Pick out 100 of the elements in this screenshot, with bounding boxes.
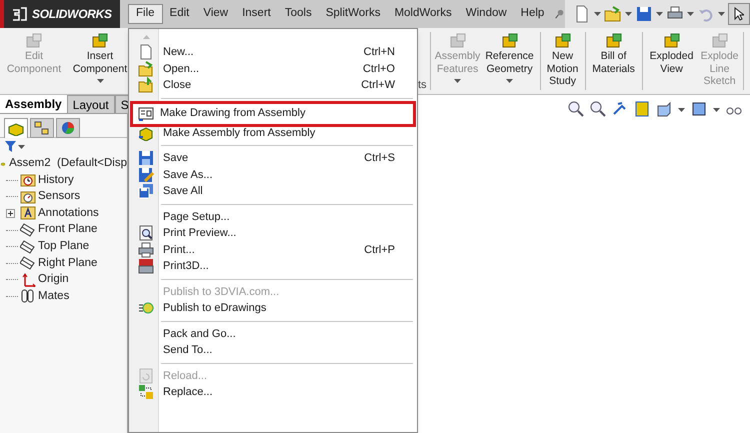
caret-icon[interactable] <box>625 12 632 16</box>
caret-icon[interactable] <box>18 144 25 148</box>
tool-icon <box>500 32 519 50</box>
ribbon-label: Assembly Features <box>434 50 480 75</box>
shortcut-text: Ctrl+O <box>362 62 395 76</box>
menu-item[interactable]: Print... Ctrl+P <box>129 242 417 258</box>
tree-item[interactable]: Origin <box>38 271 69 288</box>
tree-item[interactable]: Front Plane <box>38 221 98 239</box>
paperclip-icon <box>20 289 36 304</box>
expand-toggle[interactable] <box>6 208 15 218</box>
ribbon-label: Reference Geometry <box>485 50 534 75</box>
zoom-area-icon[interactable] <box>590 101 606 117</box>
tool-icon <box>710 32 729 50</box>
menu-title[interactable]: Edit <box>162 4 196 24</box>
caret-icon[interactable] <box>506 79 514 83</box>
tree-item[interactable]: Assem2 (Default<Disp <box>9 154 127 172</box>
menu-item[interactable]: Send To... <box>129 342 417 358</box>
caret-icon[interactable] <box>678 108 685 112</box>
plane-icon <box>20 256 36 270</box>
logo-text: SOLIDWORKS <box>32 6 112 23</box>
caret-icon[interactable] <box>713 108 720 112</box>
ribbon-label: New Motion Study <box>546 50 578 88</box>
ribbon-button[interactable]: New Motion Study <box>542 28 583 94</box>
plane-icon <box>20 223 36 238</box>
ribbon-label: Edit Component <box>6 50 62 75</box>
panel-tab[interactable]: Layout <box>66 95 115 113</box>
menu-item[interactable]: Print3D... <box>129 258 417 274</box>
tree-item[interactable]: History <box>38 172 74 189</box>
menu-item[interactable]: New... Ctrl+N <box>129 44 417 60</box>
ribbon-label: Bill of Materials <box>592 50 635 75</box>
tree-item[interactable]: Mates <box>38 288 70 306</box>
menu-title[interactable]: SplitWorks <box>318 4 388 24</box>
menu-item[interactable]: Save As... <box>129 166 417 183</box>
ribbon-label: ts <box>418 78 427 93</box>
menu-title[interactable]: File <box>128 4 163 24</box>
menu-item[interactable]: Print Preview... <box>129 225 417 242</box>
menu-item[interactable]: Pack and Go... <box>129 326 417 342</box>
caret-icon[interactable] <box>594 12 601 16</box>
replace-icon <box>138 384 154 400</box>
tool-icon <box>25 32 43 50</box>
tool-icon <box>448 32 467 50</box>
menu-title[interactable]: Tools <box>278 4 319 24</box>
plane-icon <box>20 240 36 254</box>
ribbon-button[interactable]: Reference Geometry <box>482 28 538 94</box>
tool-icon <box>662 32 681 50</box>
section-view-icon[interactable] <box>634 101 650 117</box>
tree-item[interactable]: Right Plane <box>38 254 98 272</box>
view-orientation-icon[interactable] <box>656 101 672 117</box>
ribbon-button[interactable]: Bill of Materials <box>588 28 640 94</box>
menu-item[interactable]: Make Assembly from Assembly <box>129 124 417 141</box>
caret-icon[interactable] <box>656 12 663 16</box>
menu-title[interactable]: Help <box>514 4 552 24</box>
display-style-icon[interactable] <box>691 101 707 117</box>
tool-icon <box>91 32 109 50</box>
menu-item[interactable]: Save Ctrl+S <box>129 150 417 166</box>
manager-tab[interactable] <box>30 118 54 138</box>
tree-item[interactable]: Annotations <box>38 204 99 222</box>
shortcut-text: Ctrl+N <box>364 45 395 60</box>
zoom-fit-icon[interactable] <box>568 101 584 117</box>
folder-icon[interactable] <box>604 5 622 23</box>
pin-icon[interactable] <box>555 7 565 21</box>
tree-item[interactable]: Sensors <box>38 188 80 206</box>
reload-icon <box>138 368 154 384</box>
menu-title[interactable]: Insert <box>235 4 278 24</box>
printer-3d-icon <box>138 258 154 274</box>
menu-title[interactable]: Window <box>458 4 514 24</box>
manager-tab[interactable] <box>4 118 28 138</box>
floppy-stack-icon <box>138 183 154 200</box>
caret-icon[interactable] <box>687 12 694 16</box>
select-button[interactable] <box>728 3 750 25</box>
menu-item[interactable]: Close Ctrl+W <box>129 77 417 94</box>
gauge-folder-icon <box>20 190 36 204</box>
assembly-icon <box>8 122 24 136</box>
ribbon-button[interactable]: Exploded View <box>644 28 699 94</box>
menu-item[interactable]: Save All <box>129 183 417 200</box>
ribbon-label: Insert Component <box>72 50 128 75</box>
menu-title[interactable]: MoldWorks <box>387 4 459 24</box>
annotation-folder-icon <box>20 206 36 220</box>
menu-title[interactable]: View <box>196 4 236 24</box>
previous-view-icon[interactable] <box>612 101 628 117</box>
color-wheel-icon <box>60 121 76 135</box>
menu-item[interactable]: Open... Ctrl+O <box>129 60 417 77</box>
tool-icon <box>554 32 572 50</box>
filter-icon[interactable] <box>5 141 16 152</box>
menu-item[interactable]: Publish to eDrawings <box>129 300 417 316</box>
tree-item[interactable]: Top Plane <box>38 238 90 256</box>
logo-icon <box>12 7 28 21</box>
clock-folder-icon <box>20 173 36 188</box>
ribbon-label: Exploded View <box>650 50 694 75</box>
document-icon <box>138 44 154 60</box>
panel-tab[interactable]: Assembly <box>0 95 67 113</box>
shortcut-text: Ctrl+W <box>361 78 395 93</box>
menu-item[interactable]: Page Setup... <box>129 208 417 225</box>
menu-item[interactable]: Replace... <box>129 384 417 400</box>
caret-icon[interactable] <box>96 79 104 83</box>
manager-tab[interactable] <box>56 118 80 138</box>
caret-icon[interactable] <box>718 12 725 16</box>
menu-item[interactable]: Make Drawing from Assembly <box>132 102 414 124</box>
folder-arrow-icon <box>138 77 154 94</box>
tool-icon <box>604 32 623 50</box>
